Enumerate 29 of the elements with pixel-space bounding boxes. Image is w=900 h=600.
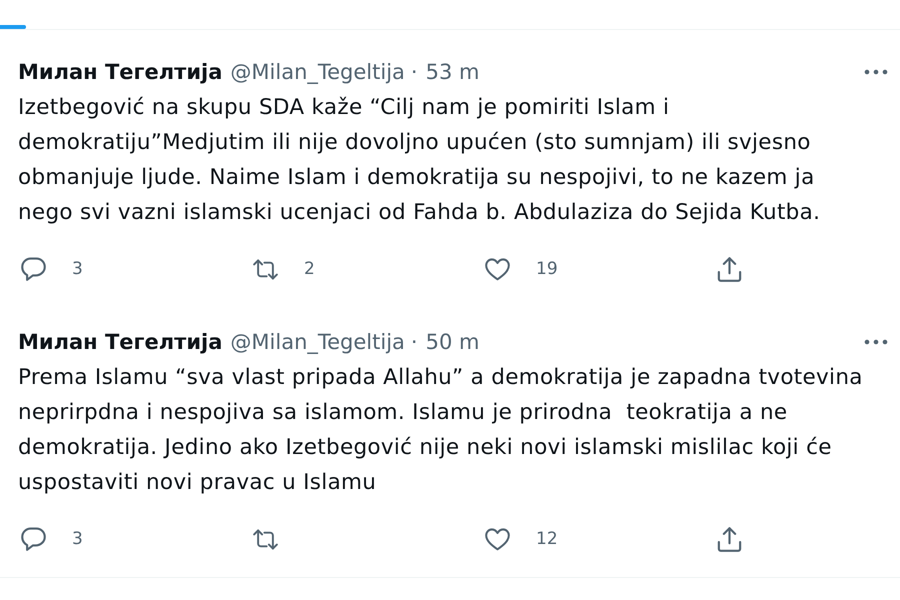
share-icon xyxy=(717,526,742,552)
reply-button[interactable]: 3 xyxy=(21,256,83,282)
more-icon[interactable] xyxy=(864,69,888,75)
share-button[interactable] xyxy=(717,526,742,552)
reply-button[interactable]: 3 xyxy=(21,526,83,552)
retweet-button[interactable] xyxy=(253,526,278,552)
tab-indicator xyxy=(0,25,26,29)
heart-icon xyxy=(485,256,510,282)
author-name[interactable]: Милан Тегелтија xyxy=(18,328,222,356)
heart-icon xyxy=(485,526,510,552)
like-button[interactable]: 12 xyxy=(485,526,558,552)
share-button[interactable] xyxy=(717,256,742,282)
retweet-button[interactable]: 2 xyxy=(253,256,315,282)
tweet-time[interactable]: 53 m xyxy=(426,58,480,86)
tweet-time[interactable]: 50 m xyxy=(426,328,480,356)
reply-icon xyxy=(21,256,46,282)
separator: · xyxy=(410,329,418,356)
separator: · xyxy=(410,59,418,86)
author-name[interactable]: Милан Тегелтија xyxy=(18,58,222,86)
tweet-text: Izetbegović na skupu SDA kaže “Cilj nam je pomiriti Islam i demokratiju”Medjutim ili nije dovoljno upućen (sto sumnjam) ili svjesno obmanjuje ljude. Naime Islam i demokratija su nespojivi, to ne kazem ja nego svi vazni islamski ucenjaci od Fahda b. Abdulaziza do Sejida Kutba. xyxy=(18,94,822,227)
retweet-icon xyxy=(253,526,278,552)
reply-icon xyxy=(21,526,46,552)
like-button[interactable]: 19 xyxy=(485,256,558,282)
author-handle[interactable]: @Milan_Tegeltija xyxy=(230,58,405,86)
author-handle[interactable]: @Milan_Tegeltija xyxy=(230,328,405,356)
retweet-icon xyxy=(253,256,278,282)
tweet-text: Prema Islamu “sva vlast pripada Allahu” a demokratija je zapadna tvotevina neprirpdna i nespojiva sa islamom. Islamu je prirodna teokratija a ne demokratija. Jedino ako Izetbegović nije neki novi islamski mislilac koji će uspostaviti novi pravac u Islamu xyxy=(18,364,864,497)
more-icon[interactable] xyxy=(864,339,888,345)
share-icon xyxy=(717,256,742,282)
